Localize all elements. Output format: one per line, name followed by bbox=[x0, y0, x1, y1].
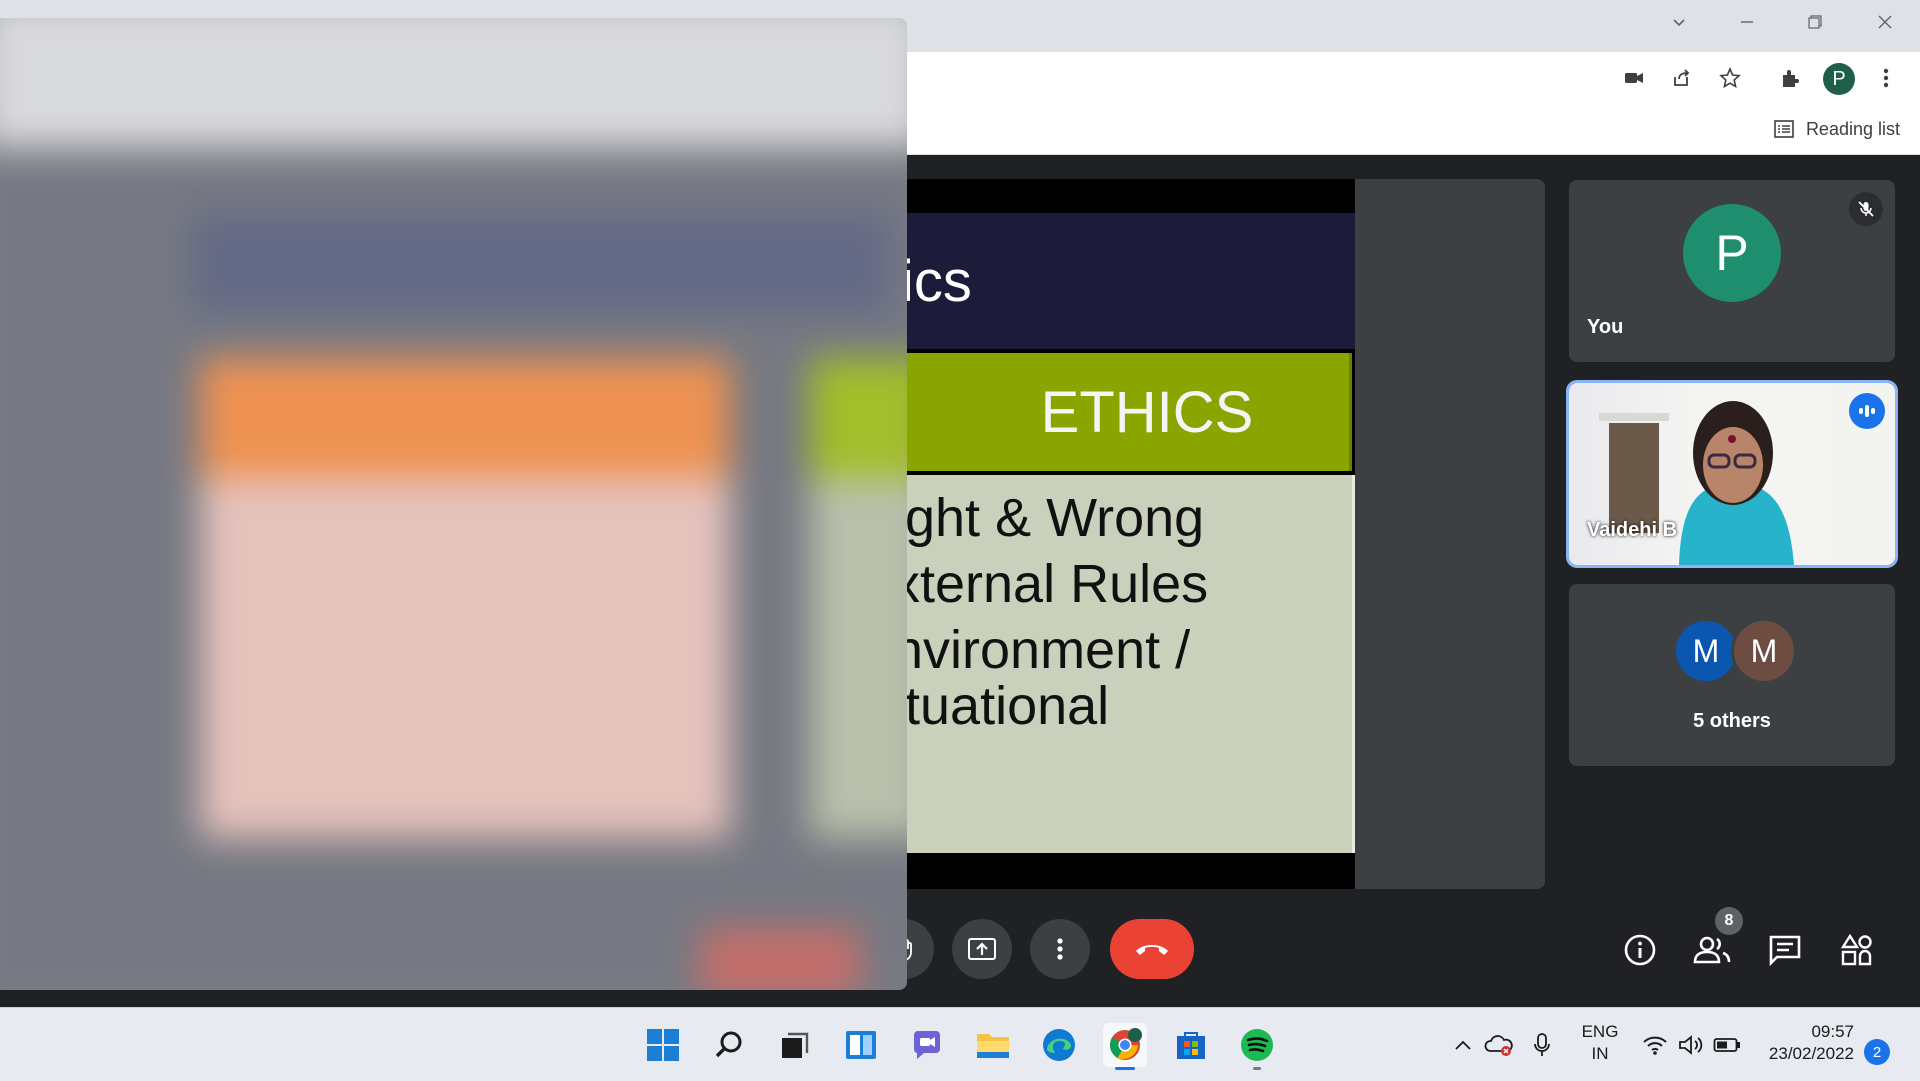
reading-list-label: Reading list bbox=[1805, 118, 1900, 139]
participant-name: Vaidehi B bbox=[1587, 519, 1678, 541]
region-label: IN bbox=[1591, 1044, 1609, 1063]
present-now-button[interactable] bbox=[952, 919, 1012, 979]
activities-button[interactable] bbox=[1835, 928, 1879, 972]
avatar: M bbox=[1673, 618, 1739, 684]
chat-button[interactable] bbox=[1763, 928, 1807, 972]
store-icon bbox=[1177, 1032, 1205, 1059]
chrome-taskbar-button[interactable] bbox=[1103, 1023, 1147, 1070]
start-button[interactable] bbox=[641, 1023, 685, 1067]
shared-slide: ics ETHICS ight & Wrong xternal Rules nv… bbox=[905, 179, 1355, 889]
mic-off-icon bbox=[1849, 192, 1883, 226]
extensions-icon[interactable] bbox=[1776, 64, 1804, 92]
windows-taskbar: ENG IN 09:57 23/02/2022 2 bbox=[0, 1007, 1920, 1081]
restore-window-icon[interactable] bbox=[1795, 8, 1835, 36]
slide-bullet: ituational bbox=[905, 676, 1110, 736]
widgets-icon bbox=[846, 1031, 876, 1059]
slide-bullet: nvironment / bbox=[905, 620, 1191, 680]
avatar: M bbox=[1731, 618, 1797, 684]
tab-search-chevron-icon[interactable] bbox=[1659, 8, 1699, 36]
speaking-indicator-icon bbox=[1849, 393, 1885, 429]
clock-time: 09:57 bbox=[1811, 1022, 1854, 1041]
notification-center-badge[interactable]: 2 bbox=[1864, 1039, 1890, 1065]
volume-icon[interactable] bbox=[1676, 1030, 1706, 1060]
participant-name: You bbox=[1587, 316, 1624, 338]
people-icon bbox=[1693, 936, 1731, 964]
task-view-button[interactable] bbox=[773, 1023, 817, 1067]
info-icon bbox=[1624, 934, 1656, 966]
onedrive-error-icon[interactable] bbox=[1484, 1030, 1514, 1060]
reading-list-button[interactable]: Reading list bbox=[1774, 116, 1900, 142]
language-label: ENG bbox=[1581, 1022, 1619, 1041]
share-icon[interactable] bbox=[1668, 64, 1696, 92]
slide-heading-text: ETHICS bbox=[1040, 379, 1254, 445]
meeting-details-button[interactable] bbox=[1618, 928, 1662, 972]
slide-bullets: ight & Wrong xternal Rules nvironment / … bbox=[905, 475, 1355, 853]
battery-icon[interactable] bbox=[1712, 1030, 1742, 1060]
search-button[interactable] bbox=[707, 1023, 751, 1067]
activities-shapes-icon bbox=[1840, 933, 1872, 966]
blurred-overlay-window bbox=[0, 18, 907, 990]
edge-icon bbox=[1043, 1029, 1075, 1061]
hang-up-icon bbox=[1136, 945, 1168, 955]
spotify-button[interactable] bbox=[1235, 1023, 1279, 1070]
folder-icon bbox=[977, 1034, 1009, 1058]
clock[interactable]: 09:57 23/02/2022 bbox=[1758, 1022, 1854, 1064]
close-window-icon[interactable] bbox=[1865, 8, 1905, 36]
spotify-icon bbox=[1241, 1029, 1273, 1061]
chat-icon bbox=[1769, 935, 1801, 966]
microphone-in-use-icon[interactable] bbox=[1527, 1030, 1557, 1060]
end-call-button[interactable] bbox=[1110, 919, 1194, 979]
more-vert-icon bbox=[1057, 938, 1063, 960]
participant-tile-others[interactable]: M M 5 others bbox=[1569, 584, 1895, 766]
widgets-button[interactable] bbox=[839, 1023, 883, 1067]
windows-logo-icon bbox=[647, 1029, 679, 1061]
avatar: P bbox=[1683, 204, 1781, 302]
file-explorer-button[interactable] bbox=[971, 1023, 1015, 1067]
bookmark-star-icon[interactable] bbox=[1716, 64, 1744, 92]
chrome-menu-icon[interactable] bbox=[1872, 64, 1900, 92]
participant-tile-you[interactable]: P You bbox=[1569, 180, 1895, 362]
teams-chat-button[interactable] bbox=[905, 1023, 949, 1067]
participants-count-badge: 8 bbox=[1715, 907, 1743, 935]
slide-heading: ETHICS bbox=[905, 353, 1352, 471]
task-view-icon bbox=[782, 1032, 809, 1058]
edge-browser-button[interactable] bbox=[1037, 1023, 1081, 1067]
reading-list-icon bbox=[1774, 120, 1794, 138]
profile-avatar[interactable]: P bbox=[1823, 63, 1855, 95]
slide-title: ics bbox=[905, 213, 1355, 349]
minimize-window-icon[interactable] bbox=[1727, 8, 1767, 36]
slide-title-text: ics bbox=[905, 248, 972, 314]
others-count-label: 5 others bbox=[1693, 710, 1771, 732]
chat-bubble-icon bbox=[913, 1031, 940, 1059]
microsoft-store-button[interactable] bbox=[1169, 1023, 1213, 1067]
present-screen-icon bbox=[968, 938, 996, 960]
search-icon bbox=[715, 1031, 742, 1058]
chrome-icon bbox=[1109, 1028, 1142, 1060]
camera-permission-icon[interactable] bbox=[1620, 64, 1648, 92]
slide-bullet: xternal Rules bbox=[905, 554, 1209, 614]
slide-bullet: ight & Wrong bbox=[905, 488, 1205, 548]
clock-date: 23/02/2022 bbox=[1768, 1044, 1854, 1063]
more-options-button[interactable] bbox=[1030, 919, 1090, 979]
participant-tile-speaker[interactable]: Vaidehi B bbox=[1569, 383, 1895, 565]
show-hidden-icons-chevron-icon[interactable] bbox=[1448, 1030, 1478, 1060]
wifi-icon[interactable] bbox=[1640, 1030, 1670, 1060]
language-indicator[interactable]: ENG IN bbox=[1573, 1022, 1627, 1064]
